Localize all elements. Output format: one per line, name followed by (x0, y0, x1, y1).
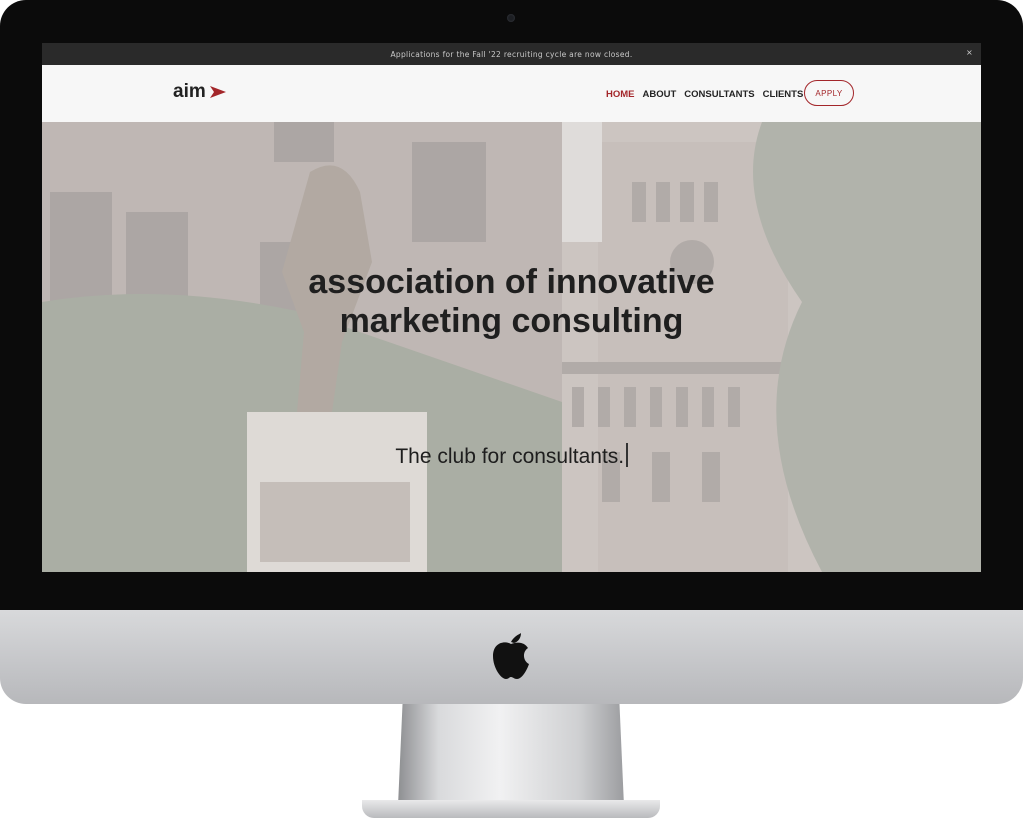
camera-icon (507, 14, 515, 22)
hero-section: association of innovative marketing cons… (42, 122, 981, 572)
navbar: aim HOME ABOUT CONSULTANTS CLIENTS APPLY (42, 65, 981, 122)
red-arrow-icon (209, 86, 226, 98)
apply-button[interactable]: APPLY (804, 80, 854, 106)
hero-title-line1: association of innovative (308, 263, 715, 301)
nav-home[interactable]: HOME (606, 89, 635, 100)
typing-caret (626, 443, 628, 467)
hero-tagline-text: The club for consultants. (395, 445, 625, 468)
monitor-stand-base (362, 800, 660, 818)
screen: Applications for the Fall '22 recruiting… (42, 43, 981, 572)
nav-about[interactable]: ABOUT (643, 89, 677, 100)
close-icon[interactable]: × (966, 48, 973, 57)
hero-title: association of innovative marketing cons… (42, 263, 981, 341)
hero-overlay (42, 122, 981, 572)
hero-tagline: The club for consultants. (42, 443, 981, 469)
apple-icon (493, 633, 529, 679)
logo-text: aim (173, 81, 206, 102)
announcement-text: Applications for the Fall '22 recruiting… (390, 49, 633, 59)
nav-clients[interactable]: CLIENTS (763, 89, 804, 100)
nav-links: HOME ABOUT CONSULTANTS CLIENTS (606, 89, 803, 100)
announcement-bar: Applications for the Fall '22 recruiting… (42, 43, 981, 65)
monitor-stand (398, 704, 624, 806)
nav-consultants[interactable]: CONSULTANTS (684, 89, 754, 100)
hero-title-line2: marketing consulting (339, 302, 684, 340)
site-logo[interactable]: aim (173, 81, 226, 103)
